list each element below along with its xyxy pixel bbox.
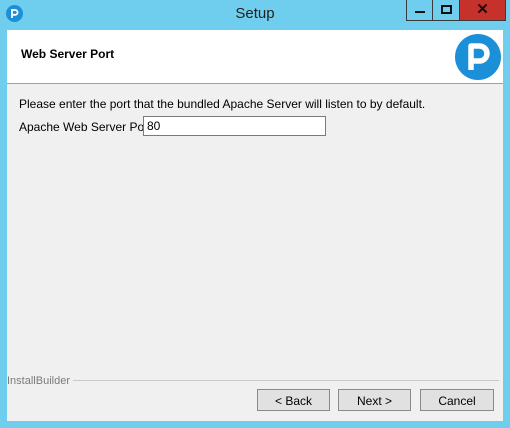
title-bar[interactable]: Setup ✕	[0, 0, 510, 30]
close-button[interactable]: ✕	[460, 0, 506, 21]
close-icon: ✕	[476, 1, 489, 18]
brand-logo-icon	[454, 33, 502, 81]
minimize-button[interactable]	[406, 0, 433, 21]
installer-body: Web Server Port Please enter the port th…	[7, 30, 503, 421]
page-header: Web Server Port	[7, 30, 503, 84]
next-button[interactable]: Next >	[338, 389, 411, 411]
port-description: Please enter the port that the bundled A…	[19, 97, 426, 111]
maximize-button[interactable]	[433, 0, 460, 21]
back-button[interactable]: < Back	[257, 389, 330, 411]
cancel-button[interactable]: Cancel	[420, 389, 494, 411]
maximize-icon	[441, 5, 452, 14]
port-label: Apache Web Server Port	[19, 120, 152, 134]
page-title: Web Server Port	[21, 47, 115, 61]
port-input[interactable]	[143, 116, 326, 136]
minimize-icon	[415, 11, 425, 13]
setup-window: Setup ✕ Web Server Port Please enter the…	[0, 0, 510, 428]
installbuilder-label: InstallBuilder	[7, 375, 70, 387]
footer-divider	[73, 380, 499, 381]
